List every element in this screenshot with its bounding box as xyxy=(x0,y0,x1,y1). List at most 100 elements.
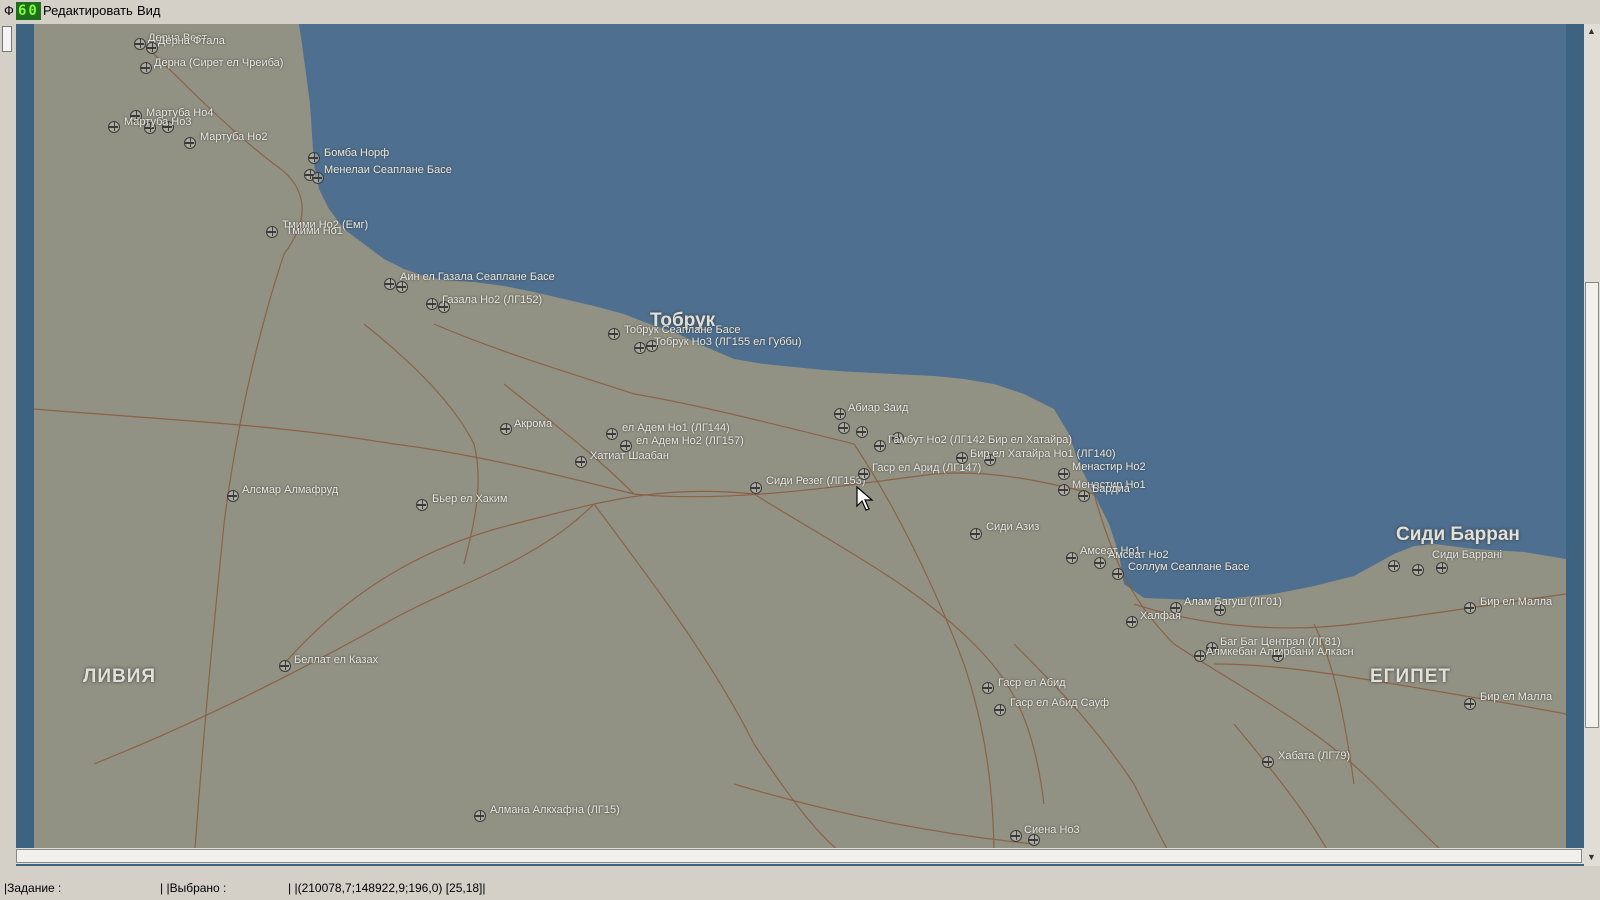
vertical-scrollbar[interactable]: ▲ ▼ xyxy=(1584,24,1600,866)
airfield-icon[interactable] xyxy=(1436,562,1448,574)
status-coordinates: | |(210078,7;148922,9;196,0) [25,18]| xyxy=(288,881,486,895)
city-label-sidi-barrani: Сиди Барран xyxy=(1396,524,1520,545)
airfield-label: Бьер ел Хаким xyxy=(432,493,508,505)
airfield-label: Соллум Сеаплане Басе xyxy=(1128,561,1250,573)
vertical-scroll-thumb[interactable] xyxy=(1585,282,1599,728)
horizontal-scroll-thumb[interactable] xyxy=(16,849,1582,863)
sea-area xyxy=(34,24,1566,600)
airfield-label: Гамбут Но2 (ЛГ142 Бир ел Хатайра) xyxy=(888,434,1073,446)
airfield-icon[interactable] xyxy=(1464,602,1476,614)
airfield-label: Тобрук Но3 (ЛГ155 ел Губбu) xyxy=(654,336,802,348)
menu-view[interactable]: Вид xyxy=(137,3,161,18)
airfield-icon[interactable] xyxy=(500,423,512,435)
airfield-icon[interactable] xyxy=(634,342,646,354)
airfield-icon[interactable] xyxy=(834,408,846,420)
airfield-label: Бомба Норф xyxy=(324,147,390,159)
airfield-label: Беллат ел Казах xyxy=(294,654,379,666)
airfield-icon[interactable] xyxy=(838,422,850,434)
scroll-up-icon[interactable]: ▲ xyxy=(1587,26,1596,36)
airfield-icon[interactable] xyxy=(970,528,982,540)
airfield-icon[interactable] xyxy=(1058,468,1070,480)
airfield-icon[interactable] xyxy=(426,298,438,310)
airfield-icon[interactable] xyxy=(874,440,886,452)
airfield-icon[interactable] xyxy=(1010,830,1022,842)
airfield-icon[interactable] xyxy=(1388,560,1400,572)
airfield-label: Газала Но2 (ЛГ152) xyxy=(442,294,543,306)
airfield-label: Абиар Заид xyxy=(848,402,909,414)
airfield-icon[interactable] xyxy=(982,682,994,694)
airfield-icon[interactable] xyxy=(227,490,239,502)
fps-counter: 60 xyxy=(16,2,41,20)
airfield-label: Амсеат Но2 xyxy=(1108,549,1169,561)
airfield-icon[interactable] xyxy=(279,660,291,672)
scroll-down-icon[interactable]: ▼ xyxy=(1587,852,1596,862)
airfield-label: Сиди Азиз xyxy=(986,521,1040,533)
airfield-label: Алсмар Алмафруд xyxy=(242,484,339,496)
airfield-icon[interactable] xyxy=(1112,568,1124,580)
airfield-icon[interactable] xyxy=(1412,564,1424,576)
airfield-label: Алмкебан Алгирбани Алкасн xyxy=(1206,646,1354,658)
airfield-icon[interactable] xyxy=(956,452,968,464)
airfield-icon[interactable] xyxy=(1058,484,1070,496)
airfield-icon[interactable] xyxy=(858,468,870,480)
airfield-label: Дерна Фтала xyxy=(158,35,225,47)
status-task: |Задание : xyxy=(4,881,62,895)
airfield-label: Гаср ел Абид Сауф xyxy=(1010,697,1110,709)
airfield-label: Мартуба Но2 xyxy=(200,131,268,143)
panel-grip[interactable] xyxy=(2,26,12,52)
airfield-icon[interactable] xyxy=(856,426,868,438)
airfield-icon[interactable] xyxy=(266,226,278,238)
airfield-icon[interactable] xyxy=(184,137,196,149)
airfield-label: Бир ел Малла xyxy=(1480,691,1553,703)
map-canvas[interactable]: ЛИВИЯ ЕГИПЕТ Тобрук Сиди Барран Дерна Ве… xyxy=(34,24,1566,862)
airfield-label: Тмими Но1 xyxy=(286,225,343,237)
airfield-icon[interactable] xyxy=(750,482,762,494)
airfield-label: Мартуба Но3 xyxy=(124,116,192,128)
airfield-label: Акрома xyxy=(514,418,553,430)
airfield-label: ел Адем Но2 (ЛГ157) xyxy=(636,435,744,447)
airfield-label: Хабата (ЛГ79) xyxy=(1278,750,1351,762)
airfield-icon[interactable] xyxy=(1464,698,1476,710)
airfield-icon[interactable] xyxy=(608,328,620,340)
airfield-icon[interactable] xyxy=(1066,552,1078,564)
airfield-icon[interactable] xyxy=(606,428,618,440)
airfield-icon[interactable] xyxy=(1078,490,1090,502)
airfield-icon[interactable] xyxy=(1262,756,1274,768)
airfield-label: Алмана Алкхафна (ЛГ15) xyxy=(490,804,620,816)
airfield-icon[interactable] xyxy=(312,172,324,184)
airfield-icon[interactable] xyxy=(384,278,396,290)
airfield-label: Бардиа xyxy=(1092,483,1130,495)
menu-bar: Ф 60 Редактировать Вид xyxy=(0,0,1600,22)
airfield-label: ел Адем Но1 (ЛГ144) xyxy=(622,422,730,434)
country-label-libya: ЛИВИЯ xyxy=(83,666,157,687)
airfield-icon[interactable] xyxy=(474,810,486,822)
status-bar: |Задание : | |Выбрано : | |(210078,7;148… xyxy=(0,878,1600,900)
airfield-icon[interactable] xyxy=(146,42,158,54)
airfield-label: Сиена Но3 xyxy=(1024,824,1080,836)
airfield-icon[interactable] xyxy=(140,62,152,74)
airfield-label: Дерна (Сирет ел Чреиба) xyxy=(154,57,284,69)
airfield-icon[interactable] xyxy=(308,152,320,164)
map-background xyxy=(34,24,1566,862)
mouse-cursor-icon xyxy=(856,486,874,511)
airfield-icon[interactable] xyxy=(1094,557,1106,569)
airfield-label: Бир ел Хатайра Но1 (ЛГ140) xyxy=(970,448,1116,460)
airfield-label: Бир ел Малла xyxy=(1480,596,1553,608)
status-selected: | |Выбрано : xyxy=(160,881,227,895)
airfield-label: Аин ел Газала Сеаплане Басе xyxy=(400,271,555,283)
airfield-icon[interactable] xyxy=(108,121,120,133)
horizontal-scrollbar[interactable] xyxy=(16,848,1584,864)
airfield-label: Сиди Резег (ЛГ153) xyxy=(766,475,866,487)
airfield-label: Тобрук Сеаплане Басе xyxy=(624,324,741,336)
menu-edit[interactable]: Редактировать xyxy=(43,3,133,18)
airfield-label: Сиди Барранi xyxy=(1432,549,1502,561)
airfield-icon[interactable] xyxy=(575,456,587,468)
airfield-icon[interactable] xyxy=(134,38,146,50)
menu-file[interactable]: Ф xyxy=(4,3,14,18)
airfield-icon[interactable] xyxy=(416,499,428,511)
airfield-icon[interactable] xyxy=(1126,616,1138,628)
airfield-label: Алам Багуш (ЛГ01) xyxy=(1184,596,1282,608)
country-label-egypt: ЕГИПЕТ xyxy=(1370,666,1452,687)
airfield-icon[interactable] xyxy=(1194,650,1206,662)
airfield-icon[interactable] xyxy=(994,704,1006,716)
